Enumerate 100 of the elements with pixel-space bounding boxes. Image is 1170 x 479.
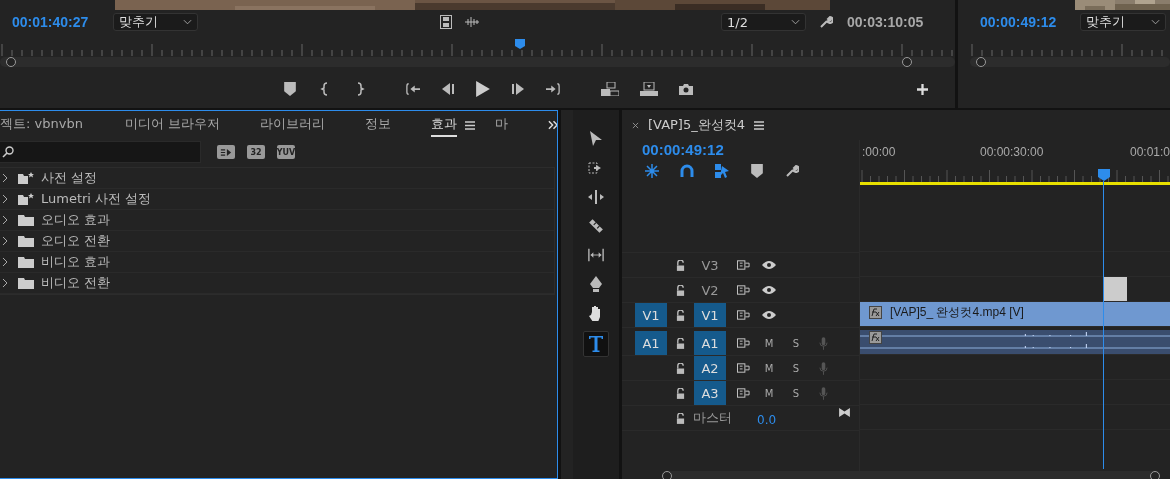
sync-lock-icon[interactable] xyxy=(737,338,750,348)
panel-tab[interactable]: 젝트: vbnvbn xyxy=(0,113,83,137)
sync-lock-icon[interactable] xyxy=(737,310,750,320)
playhead-marker[interactable] xyxy=(1097,169,1110,181)
quality-dropdown[interactable]: 1/2 xyxy=(721,13,806,31)
playhead-marker[interactable] xyxy=(515,39,526,49)
eye-icon[interactable] xyxy=(762,260,776,270)
effect-folder-item[interactable]: Lumetri 사전 설정 xyxy=(0,189,554,210)
source-patch[interactable]: V1 xyxy=(635,303,667,327)
zoom-scrollbar[interactable] xyxy=(970,57,1170,67)
folder-icon xyxy=(18,214,34,226)
lock-icon[interactable] xyxy=(676,337,685,349)
panel-tab[interactable]: 정보 xyxy=(365,113,392,137)
solo-button[interactable]: S xyxy=(791,387,801,399)
insert-icon[interactable] xyxy=(601,82,619,96)
mute-button[interactable]: M xyxy=(764,362,774,374)
still-clip[interactable] xyxy=(1103,277,1128,301)
play-icon[interactable] xyxy=(476,81,490,97)
horizontal-scrollbar[interactable] xyxy=(662,471,1160,479)
source-timecode[interactable]: 00:00:49:12 xyxy=(958,14,1080,30)
audio-clip[interactable] xyxy=(860,330,1170,354)
track-target[interactable]: A2 xyxy=(694,356,726,380)
type-tool[interactable] xyxy=(583,331,609,357)
lock-icon[interactable] xyxy=(676,309,685,321)
sync-lock-icon[interactable] xyxy=(737,285,750,295)
effect-folder-item[interactable]: 오디오 효과 xyxy=(0,210,554,231)
video-clip[interactable]: [VAP]5_ 완성컷4.mp4 [V] xyxy=(860,302,1170,326)
track-target[interactable]: V3 xyxy=(694,253,726,277)
zoom-dropdown[interactable]: 맞추기 xyxy=(1080,13,1166,31)
sync-lock-icon[interactable] xyxy=(737,260,750,270)
ruler-time-label: :00:00 xyxy=(862,145,896,159)
ruler-time-label: 00:01:0 xyxy=(1130,145,1170,159)
effect-folder-item[interactable]: 사전 설정 xyxy=(0,168,554,189)
track-target[interactable]: V2 xyxy=(694,278,726,302)
sequence-tab[interactable]: [VAP]5_완성컷4 xyxy=(648,116,745,134)
lock-icon[interactable] xyxy=(676,284,685,296)
effect-folder-item[interactable]: 오디오 전환 xyxy=(0,231,554,252)
sync-lock-icon[interactable] xyxy=(737,363,750,373)
step-back-icon[interactable] xyxy=(441,82,455,96)
solo-button[interactable]: S xyxy=(791,362,801,374)
chevron-right-icon xyxy=(2,194,8,204)
ripple-edit-icon xyxy=(588,189,604,205)
add-icon[interactable] xyxy=(917,83,928,95)
lock-icon[interactable] xyxy=(676,362,685,374)
track-target[interactable]: A3 xyxy=(694,381,726,405)
magnet-icon[interactable] xyxy=(680,164,694,178)
panel-tab[interactable]: 마 xyxy=(495,113,509,137)
track-target[interactable]: A1 xyxy=(694,331,726,355)
effect-folder-item[interactable]: 비디오 효과 xyxy=(0,252,554,273)
search-field[interactable] xyxy=(0,141,201,163)
sync-lock-icon[interactable] xyxy=(737,388,750,398)
track-target[interactable]: V1 xyxy=(694,303,726,327)
panel-tab[interactable]: 미디어 브라우저 xyxy=(124,113,221,137)
step-forward-icon[interactable] xyxy=(511,82,525,96)
solo-button[interactable]: S xyxy=(791,337,801,349)
panel-tab[interactable]: 라이브러리 xyxy=(260,113,326,137)
yuv-effects-button[interactable]: YUV xyxy=(277,145,295,159)
timeline-timecode[interactable]: 00:00:49:12 xyxy=(642,141,859,158)
search-icon xyxy=(2,146,14,158)
overwrite-icon[interactable] xyxy=(640,82,658,96)
film-icon[interactable] xyxy=(439,15,453,29)
wrench-icon[interactable] xyxy=(785,164,799,178)
double-chevron-icon[interactable] xyxy=(548,120,557,130)
lock-icon[interactable] xyxy=(676,412,685,424)
wrench-icon[interactable] xyxy=(819,15,833,29)
mute-button[interactable]: M xyxy=(764,387,774,399)
nest-icon[interactable] xyxy=(645,164,659,178)
go-to-out-icon[interactable] xyxy=(546,82,560,96)
chevron-down-icon xyxy=(183,19,192,25)
duration-timecode: 00:03:10:05 xyxy=(847,14,924,30)
bowtie-icon[interactable] xyxy=(839,407,850,417)
menu-icon[interactable] xyxy=(465,120,476,130)
folder-icon xyxy=(18,256,34,268)
folder-icon xyxy=(18,235,34,247)
source-patch[interactable]: A1 xyxy=(635,331,667,355)
menu-icon[interactable] xyxy=(754,120,764,130)
marker-icon[interactable] xyxy=(750,164,764,178)
playhead-timecode[interactable]: 00:01:40:27 xyxy=(0,14,113,30)
camera-icon[interactable] xyxy=(679,82,693,96)
go-to-in-icon[interactable] xyxy=(406,82,420,96)
time-ruler[interactable]: :00:00 00:00:30:00 00:01:0 xyxy=(860,140,1170,185)
close-icon[interactable] xyxy=(632,121,639,129)
marker-icon[interactable] xyxy=(283,82,297,96)
type-icon xyxy=(588,336,604,352)
lock-icon[interactable] xyxy=(676,387,685,399)
master-volume-value[interactable]: 0.0 xyxy=(757,413,777,427)
accelerated-effects-icon[interactable] xyxy=(217,145,235,159)
lock-icon[interactable] xyxy=(676,259,685,271)
ruler-time-label: 00:00:30:00 xyxy=(980,145,1044,159)
star-folder-icon xyxy=(18,193,34,205)
zoom-dropdown[interactable]: 맞추기 xyxy=(113,13,198,31)
linked-selection-icon[interactable] xyxy=(715,164,729,178)
eye-icon[interactable] xyxy=(762,285,776,295)
waveform-icon[interactable] xyxy=(465,15,479,29)
eye-icon[interactable] xyxy=(762,310,776,320)
effect-folder-item[interactable]: 비디오 전환 xyxy=(0,273,554,294)
mute-button[interactable]: M xyxy=(764,337,774,349)
bit-depth-effects-button[interactable]: 32 xyxy=(247,145,265,159)
zoom-scrollbar[interactable] xyxy=(0,57,955,67)
panel-tab[interactable]: 효과 xyxy=(431,113,458,137)
